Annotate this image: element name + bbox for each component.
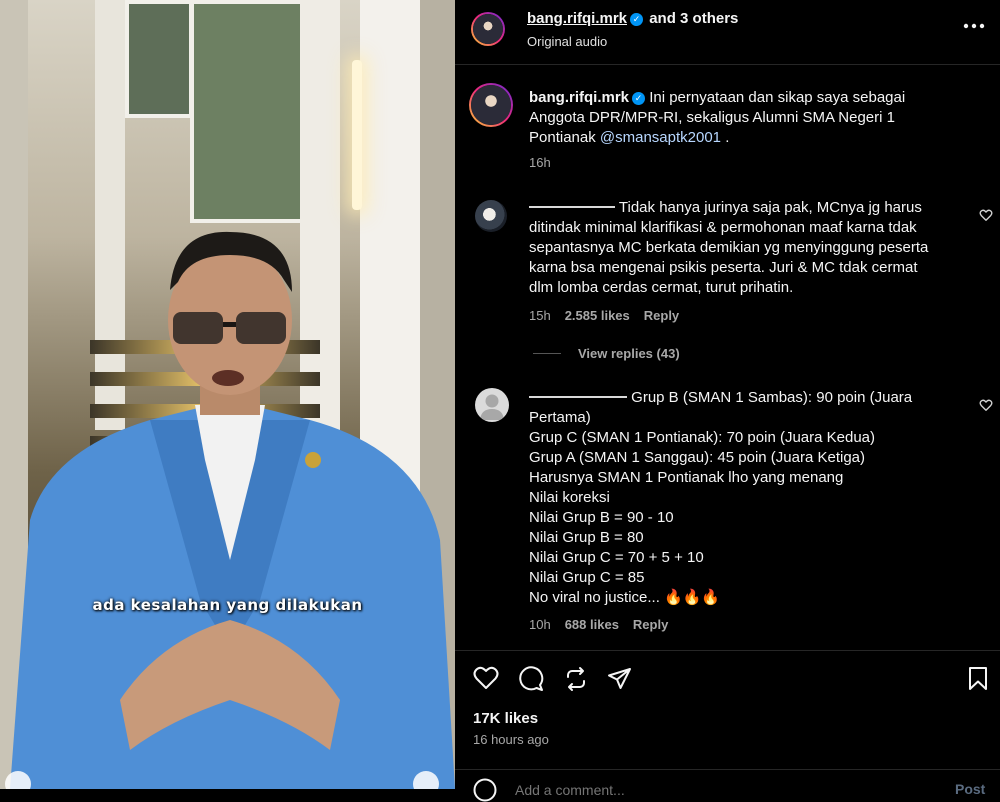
comment-1-text: Tidak hanya jurinya saja pak, MCnya jg h…: [529, 198, 969, 298]
comment-avatar[interactable]: [475, 200, 507, 232]
collab-others[interactable]: and 3 others: [649, 10, 738, 27]
default-user-icon: [480, 394, 504, 420]
verified-badge-icon: ✓: [632, 92, 646, 105]
post-comment-button[interactable]: Post: [955, 781, 985, 797]
header-avatar[interactable]: [471, 12, 505, 46]
comment-line: karna bsa mengenai psikis peserta. Juri …: [529, 259, 918, 276]
comment-line: Pertama): [529, 409, 591, 426]
post-timestamp[interactable]: 16 hours ago: [473, 732, 549, 747]
comment-line: Grup C (SMAN 1 Pontianak): 70 poin (Juar…: [529, 429, 876, 446]
actions-divider: [455, 650, 1000, 651]
add-comment-divider: [455, 769, 1000, 770]
audio-label[interactable]: Original audio: [527, 34, 607, 49]
comment-time[interactable]: 10h: [529, 617, 551, 632]
comment-like-heart-icon[interactable]: [979, 398, 993, 412]
comment-line: Nilai Grup B = 90 - 10: [529, 509, 674, 526]
post-username[interactable]: bang.rifqi.mrk: [529, 89, 629, 106]
add-comment-input[interactable]: [513, 779, 917, 801]
comment-line: Grup A (SMAN 1 Sanggau): 45 poin (Juara …: [529, 449, 866, 466]
redacted-username: [529, 396, 627, 398]
comment-line: No viral no justice... 🔥🔥🔥: [529, 589, 721, 606]
verified-badge-icon: ✓: [630, 13, 644, 26]
view-replies-line: [533, 353, 561, 354]
comment-line: Tidak hanya jurinya saja pak, MCnya jg h…: [618, 199, 922, 216]
avatar-image: [475, 200, 507, 232]
caption-trailing: .: [721, 129, 730, 146]
caption-line-2: Anggota DPR/MPR-RI, sekaligus Alumni SMA…: [529, 109, 895, 126]
comment-line: sepantasnya MC berkata demikian yg menyi…: [529, 239, 929, 256]
header-names: bang.rifqi.mrk ✓ and 3 others: [527, 10, 738, 27]
comment-2-text: Grup B (SMAN 1 Sambas): 90 poin (Juara P…: [529, 388, 969, 608]
post-time[interactable]: 16h: [529, 155, 551, 170]
comment-line: dlm lomba cerdas cermat, turut prihatin.: [529, 279, 794, 296]
comment-like-heart-icon[interactable]: [979, 208, 993, 222]
mention-link[interactable]: @smansaptk2001: [600, 129, 721, 146]
comment-avatar[interactable]: [475, 388, 509, 422]
post-avatar[interactable]: [469, 83, 513, 127]
heart-icon[interactable]: [473, 666, 499, 690]
comment-time[interactable]: 15h: [529, 308, 551, 323]
comment-likes[interactable]: 688 likes: [565, 617, 619, 632]
header-username[interactable]: bang.rifqi.mrk: [527, 10, 627, 27]
repost-icon[interactable]: [563, 666, 589, 692]
comment-reply-button[interactable]: Reply: [633, 617, 668, 632]
comment-line: ditindak minimal klarifikasi & permohona…: [529, 219, 917, 236]
comment-2-meta: 10h 688 likes Reply: [529, 617, 668, 632]
video-caption: ada kesalahan yang dilakukan: [92, 596, 363, 614]
more-horizontal-icon[interactable]: [963, 22, 985, 30]
comment-line: Grup B (SMAN 1 Sambas): 90 poin (Juara: [631, 389, 913, 406]
emoji-icon[interactable]: [473, 778, 497, 802]
redacted-username: [529, 206, 615, 208]
comment-line: Nilai Grup C = 70 + 5 + 10: [529, 549, 704, 566]
comment-line: Nilai Grup C = 85: [529, 569, 645, 586]
comment-likes[interactable]: 2.585 likes: [565, 308, 630, 323]
share-icon[interactable]: [607, 666, 633, 692]
comment-line: Harusnya SMAN 1 Pontianak lho yang menan…: [529, 469, 844, 486]
caption-line-1: Ini pernyataan dan sikap saya sebagai: [649, 89, 906, 106]
speaker-figure: [10, 231, 455, 789]
comment-line: Nilai koreksi: [529, 489, 610, 506]
comment-line: Nilai Grup B = 80: [529, 529, 644, 546]
bookmark-icon[interactable]: [967, 666, 989, 692]
avatar-image: [473, 14, 503, 44]
comment-reply-button[interactable]: Reply: [644, 308, 679, 323]
view-replies-button[interactable]: View replies (43): [578, 346, 680, 361]
post-caption: bang.rifqi.mrk ✓ Ini pernyataan dan sikap…: [529, 88, 989, 148]
post-detail-panel: bang.rifqi.mrk ✓ and 3 others Original au…: [455, 0, 1000, 802]
avatar-image: [471, 85, 511, 125]
comment-1-meta: 15h 2.585 likes Reply: [529, 308, 679, 323]
comment-icon[interactable]: [518, 666, 544, 692]
post-likes-count[interactable]: 17K likes: [473, 710, 538, 727]
caption-line-3: Pontianak: [529, 129, 596, 146]
header-divider: [455, 64, 1000, 65]
reel-video[interactable]: ada kesalahan yang dilakukan: [0, 0, 455, 789]
